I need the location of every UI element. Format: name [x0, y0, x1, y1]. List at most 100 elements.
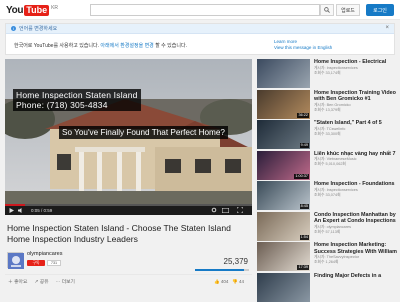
- overlay-contact: Home Inspection Staten Island Phone: (71…: [13, 89, 141, 111]
- video-duration: 36:22: [297, 112, 309, 118]
- video-info: Condo Inspection Manhattan by An Expert …: [314, 212, 400, 235]
- video-thumbnail[interactable]: 17:39: [257, 242, 310, 271]
- avatar[interactable]: [7, 252, 24, 269]
- time-display: 0:05 / 0:59: [31, 207, 53, 213]
- video-thumbnail[interactable]: 36:22: [257, 89, 310, 119]
- volume-icon[interactable]: [18, 207, 25, 213]
- related-video-item[interactable]: 17:39 Home Inspection Marketing: Success …: [257, 242, 400, 271]
- related-video-item[interactable]: 8:45 Home Inspection - Foundations 게시자: In…: [257, 181, 400, 210]
- like-count: 404: [220, 279, 229, 284]
- play-icon[interactable]: [9, 208, 14, 213]
- logo-tube: Tube: [24, 4, 50, 16]
- video-duration: 1:00:37: [294, 173, 309, 179]
- video-thumbnail[interactable]: 1:54: [257, 211, 310, 241]
- related-video-item[interactable]: 1:00:37 Liên khúc nhạc vàng hay nhất 7 게시자…: [257, 150, 400, 180]
- dislike-button[interactable]: 👎 44: [232, 279, 244, 284]
- search-button[interactable]: [320, 4, 334, 16]
- fullscreen-icon[interactable]: [237, 207, 243, 213]
- overlay-question: So You've Finally Found That Perfect Hom…: [59, 126, 228, 139]
- related-video-title[interactable]: Home Inspection - Foundations: [314, 181, 400, 188]
- like-button[interactable]: 👍 404: [214, 279, 228, 284]
- channel-logo-icon: [8, 253, 24, 269]
- related-video-title[interactable]: Home Inspection Marketing: Success Strat…: [314, 242, 400, 255]
- search-input[interactable]: [90, 4, 320, 16]
- notice-links: Learn more View this message in English: [274, 39, 332, 51]
- related-video-views: 조회수 13,379회: [314, 107, 341, 112]
- rating-buttons: 👍 404 👎 44: [214, 279, 244, 285]
- close-icon[interactable]: ×: [385, 25, 389, 31]
- related-video-title[interactable]: Home Inspection Training Video with Ben …: [314, 90, 400, 103]
- player-controls: 0:05 / 0:59: [5, 204, 252, 215]
- related-video-views: 조회수 33,074회: [314, 192, 341, 197]
- masthead: You Tube KR 업로드 로그인: [0, 0, 400, 20]
- notice-msg-suffix: 할 수 있습니다.: [155, 43, 187, 49]
- video-thumbnail[interactable]: 9:49: [257, 120, 310, 149]
- subscribe-button[interactable]: 구독: [27, 260, 45, 266]
- video-info: Home Inspection Training Video with Ben …: [314, 90, 400, 113]
- like-ratio-bar: [195, 269, 249, 271]
- related-video-item[interactable]: 1:54 Condo Inspection Manhattan by An Exp…: [257, 211, 400, 241]
- settings-icon[interactable]: [211, 207, 217, 213]
- like-ratio-fill: [195, 269, 244, 271]
- video-duration: 8:45: [299, 204, 309, 209]
- add-to-button[interactable]: ＋ 좋아요: [8, 278, 27, 285]
- video-frame: Home Inspection Staten Island Phone: (71…: [5, 59, 252, 204]
- video-duration: 17:39: [297, 265, 309, 270]
- share-button[interactable]: ↗ 공유: [34, 278, 48, 285]
- logo-you: You: [6, 4, 24, 16]
- related-video-views: 조회수 33,300회: [314, 131, 341, 136]
- notice-msg-prefix: 한국어로 YouTube를 사용하고 있습니다.: [14, 43, 100, 49]
- view-count: 25,379: [223, 257, 248, 266]
- notice-message: 한국어로 YouTube를 사용하고 있습니다. 아래에서 환경설정을 변경 할…: [14, 42, 187, 49]
- video-title: Home Inspection Staten Island - Choose T…: [7, 223, 231, 244]
- overlay-line2: Phone: (718) 305-4834: [16, 100, 108, 110]
- more-button[interactable]: ··· 더보기: [56, 278, 75, 285]
- related-video-title[interactable]: Condo Inspection Manhattan by An Expert …: [314, 212, 400, 225]
- video-info: Home Inspection - Electrical 게시자: Inspect…: [314, 59, 400, 76]
- channel-name[interactable]: olympiancares: [27, 251, 62, 257]
- related-videos: Home Inspection - Electrical 게시자: Inspect…: [257, 59, 400, 302]
- notice-change-link[interactable]: 아래에서 환경설정을 변경: [100, 43, 153, 49]
- related-video-views: 조회수 33,174회: [314, 70, 341, 75]
- logo-region: KR: [51, 5, 59, 11]
- share-label: 공유: [39, 280, 49, 285]
- video-thumbnail[interactable]: [257, 59, 310, 88]
- related-video-views: 조회수 1,264회: [314, 260, 339, 264]
- related-video-item[interactable]: 36:22 Home Inspection Training Video with…: [257, 89, 400, 119]
- video-thumbnail[interactable]: 8:45: [257, 181, 310, 210]
- video-info: Home Inspection Marketing: Success Strat…: [314, 242, 400, 265]
- dislike-count: 44: [238, 279, 244, 284]
- related-video-item[interactable]: Home Inspection - Electrical 게시자: Inspect…: [257, 59, 400, 88]
- video-info: Liên khúc nhạc vàng hay nhất 7 게시자: Vietn…: [314, 151, 400, 168]
- related-video-title[interactable]: Finding Major Defects in a: [314, 273, 400, 280]
- video-player[interactable]: Home Inspection Staten Island Phone: (71…: [5, 59, 252, 215]
- notice-header: i 언어를 변경하세요: [6, 24, 394, 34]
- video-info: "Staten Island," Part 4 of 5 게시자: TCsweli…: [314, 120, 400, 137]
- login-button[interactable]: 로그인: [366, 4, 394, 16]
- related-video-views: 조회수 57,113회: [314, 229, 341, 234]
- progress-fill: [5, 204, 25, 206]
- video-info: Home Inspection - Foundations 게시자: Inspec…: [314, 181, 400, 198]
- related-video-views: 조회수 5,010,062회: [314, 162, 346, 166]
- video-duration: 1:54: [299, 234, 309, 240]
- search-icon: [324, 7, 330, 13]
- like-action-label: 좋아요: [14, 280, 28, 285]
- notice-header-text: 언어를 변경하세요: [19, 26, 58, 32]
- youtube-logo[interactable]: You Tube KR: [6, 4, 58, 16]
- view-english-link[interactable]: View this message in English: [274, 45, 332, 51]
- video-owner: olympiancares 구독 731 25,379: [5, 249, 252, 273]
- progress-bar[interactable]: [5, 204, 252, 206]
- video-thumbnail[interactable]: [257, 272, 310, 302]
- action-bar: ＋ 좋아요 ↗ 공유 ··· 더보기 👍 404 👎 44: [5, 274, 252, 288]
- upload-button[interactable]: 업로드: [336, 4, 360, 16]
- more-label: 더보기: [61, 280, 75, 285]
- size-icon[interactable]: [222, 207, 229, 213]
- video-thumbnail[interactable]: 1:00:37: [257, 150, 310, 180]
- subscriber-count: 731: [47, 260, 61, 266]
- related-video-item[interactable]: 9:49 "Staten Island," Part 4 of 5 게시자: TCs…: [257, 120, 400, 149]
- related-video-item[interactable]: Finding Major Defects in a: [257, 272, 400, 302]
- overlay-line1: Home Inspection Staten Island: [16, 90, 138, 100]
- video-duration: 9:49: [299, 143, 309, 148]
- info-icon: i: [11, 26, 16, 31]
- video-info: Finding Major Defects in a: [314, 273, 400, 280]
